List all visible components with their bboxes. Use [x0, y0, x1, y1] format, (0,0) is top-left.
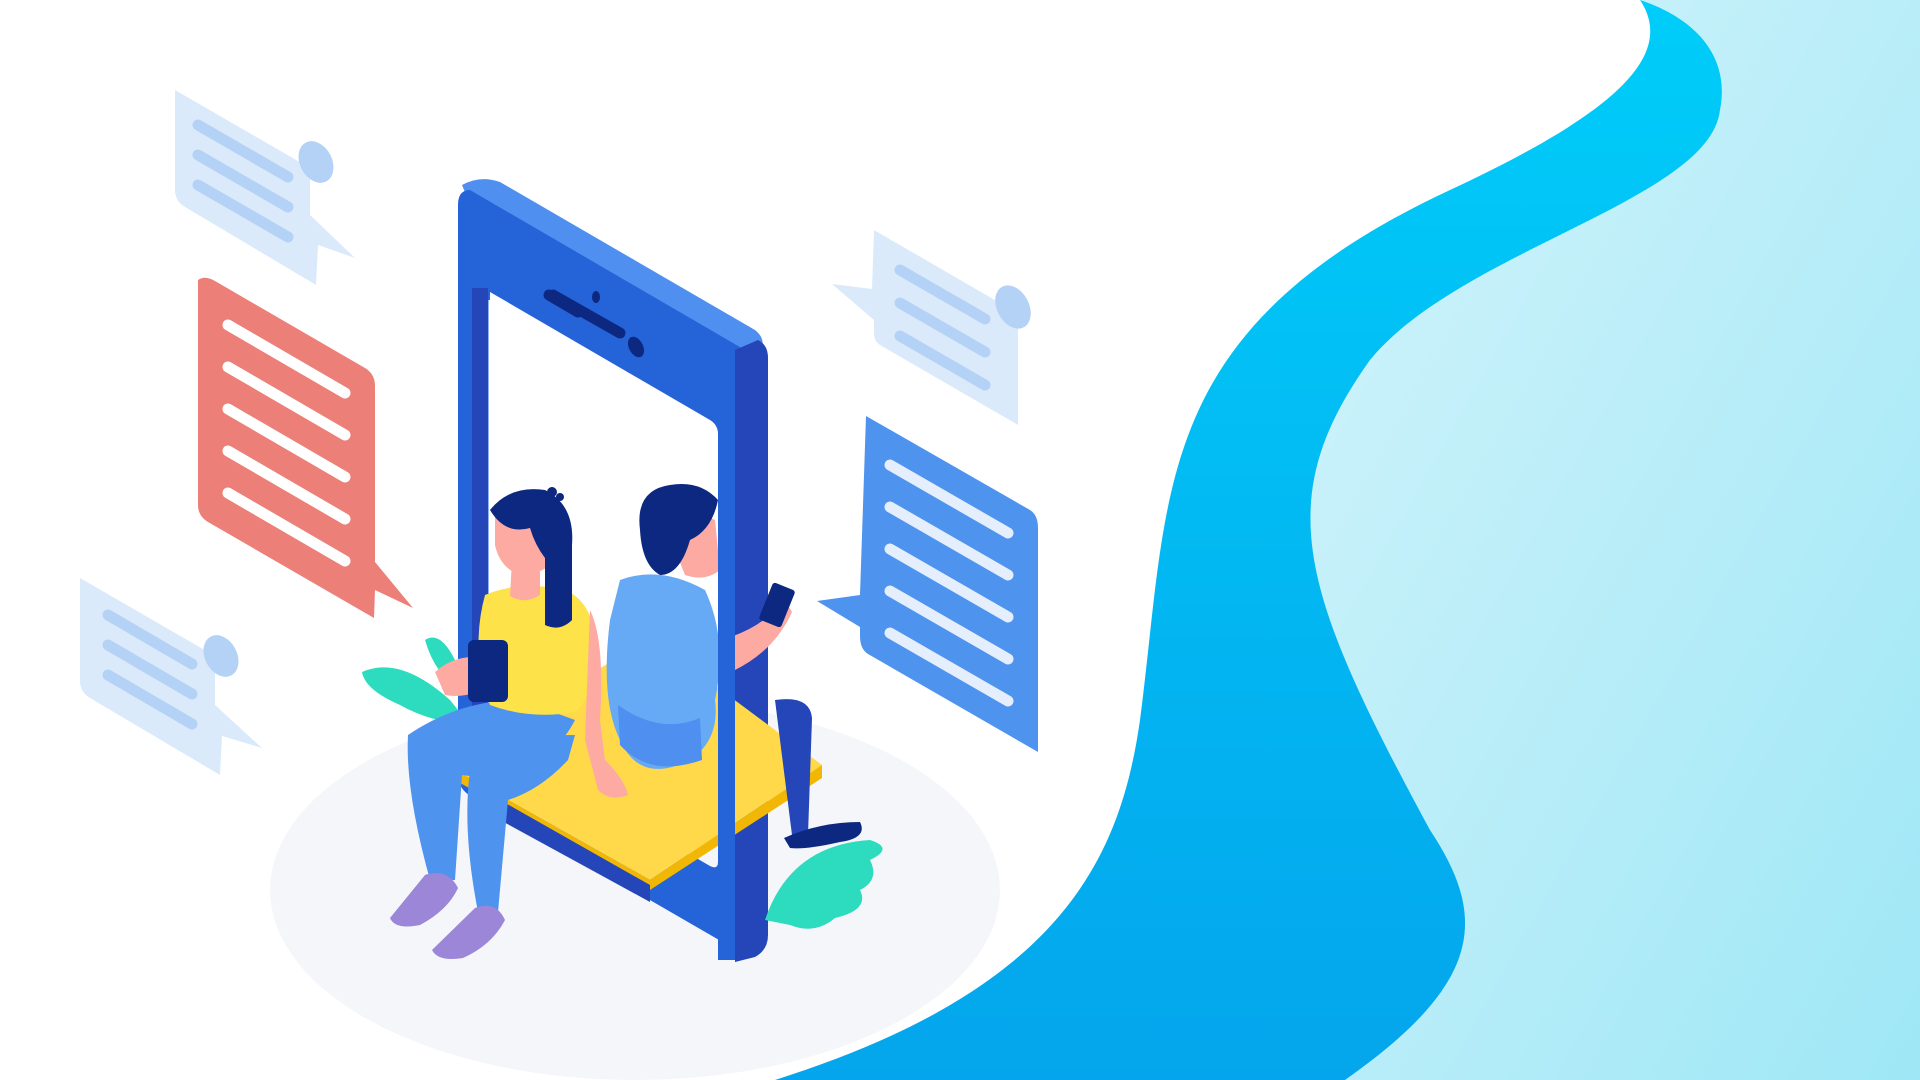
chat-bubble-faint-bottom-left	[80, 578, 262, 775]
phone-front-pillar	[718, 410, 735, 960]
illustration-scene	[80, 0, 1920, 1080]
chat-bubble-faint-top-left	[175, 90, 355, 285]
chat-bubble-icon	[832, 230, 1018, 425]
chat-bubble-faint-right	[832, 230, 1031, 425]
chat-bubble-blue	[817, 416, 1038, 752]
chat-bubble-red	[198, 277, 413, 618]
